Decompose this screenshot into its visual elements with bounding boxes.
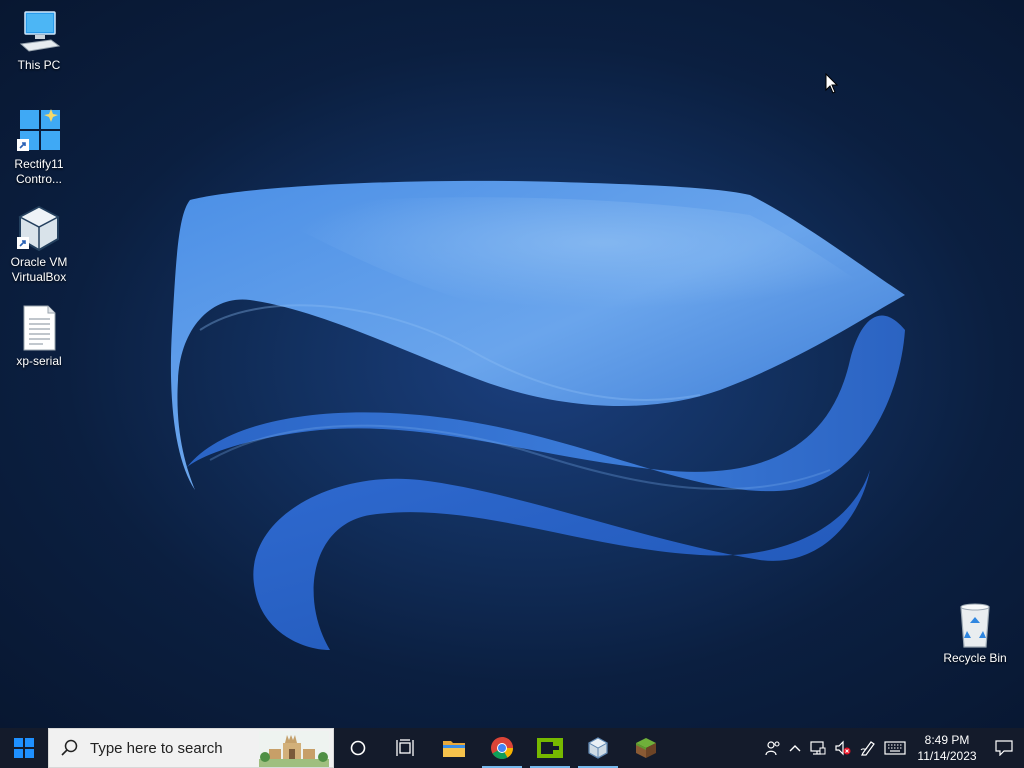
system-tray: 8:49 PM 11/14/2023	[760, 728, 1024, 768]
search-icon	[61, 739, 78, 756]
task-view-button[interactable]	[382, 728, 430, 768]
file-explorer-button[interactable]	[430, 728, 478, 768]
desktop-icon-this-pc[interactable]: This PC	[1, 8, 77, 73]
taskbar: 8:49 PM 11/14/2023	[0, 728, 1024, 768]
desktop-icon-label: This PC	[17, 58, 61, 72]
rectify11-control-icon	[15, 107, 63, 155]
virtualbox-button[interactable]	[574, 728, 622, 768]
chevron-up-icon	[789, 745, 801, 752]
search-input[interactable]	[88, 738, 252, 758]
desktop-icon-recycle-bin[interactable]: Recycle Bin	[937, 601, 1013, 666]
clock-date: 11/14/2023	[917, 749, 977, 763]
people-icon	[764, 741, 780, 756]
chrome-button[interactable]	[478, 728, 526, 768]
mouse-cursor-icon	[825, 73, 839, 94]
taskbar-clock[interactable]: 8:49 PM 11/14/2023	[910, 728, 984, 768]
minecraft-button[interactable]	[622, 728, 670, 768]
folder-icon	[443, 741, 465, 757]
desktop[interactable]: This PC Rectify11 Contro... Oracle VM Vi…	[0, 0, 1024, 728]
cortana-button[interactable]	[334, 728, 382, 768]
desktop-icon-label: Recycle Bin	[943, 651, 1007, 665]
search-highlight-image-icon	[259, 731, 329, 767]
desktop-icon-label: xp-serial	[16, 354, 62, 368]
task-view-icon	[396, 739, 414, 756]
text-document-icon	[15, 304, 63, 352]
touch-keyboard-button[interactable]	[880, 728, 910, 768]
virtualbox-icon	[587, 737, 609, 759]
pen-icon	[860, 741, 875, 756]
people-button[interactable]	[760, 728, 785, 768]
minecraft-icon	[636, 738, 656, 758]
keyboard-icon	[884, 741, 906, 755]
notification-icon	[995, 740, 1013, 756]
wallpaper-bloom	[170, 180, 905, 650]
desktop-icon-label: Oracle VM VirtualBox	[10, 255, 68, 284]
show-hidden-icons-button[interactable]	[785, 728, 805, 768]
recycle-bin-icon	[951, 601, 999, 649]
taskbar-search-box[interactable]	[48, 728, 334, 768]
volume-button[interactable]	[830, 728, 855, 768]
nvidia-icon	[537, 738, 563, 758]
pen-workspace-button[interactable]	[855, 728, 880, 768]
desktop-icon-label: Rectify11 Contro...	[14, 157, 64, 186]
desktop-icon-rectify11[interactable]: Rectify11 Contro...	[1, 107, 77, 187]
this-pc-icon	[15, 8, 63, 56]
chrome-icon	[491, 737, 513, 759]
volume-muted-icon	[834, 740, 850, 756]
clock-time: 8:49 PM	[924, 733, 970, 747]
desktop-icon-xp-serial[interactable]: xp-serial	[1, 304, 77, 369]
circle-icon	[350, 740, 366, 756]
windows-logo-icon	[14, 738, 34, 758]
virtualbox-icon	[15, 205, 63, 253]
network-button[interactable]	[805, 728, 830, 768]
action-center-button[interactable]	[984, 728, 1024, 768]
nvidia-app-button[interactable]	[526, 728, 574, 768]
network-icon	[809, 741, 825, 755]
start-button[interactable]	[0, 728, 48, 768]
desktop-icon-virtualbox[interactable]: Oracle VM VirtualBox	[1, 205, 77, 285]
